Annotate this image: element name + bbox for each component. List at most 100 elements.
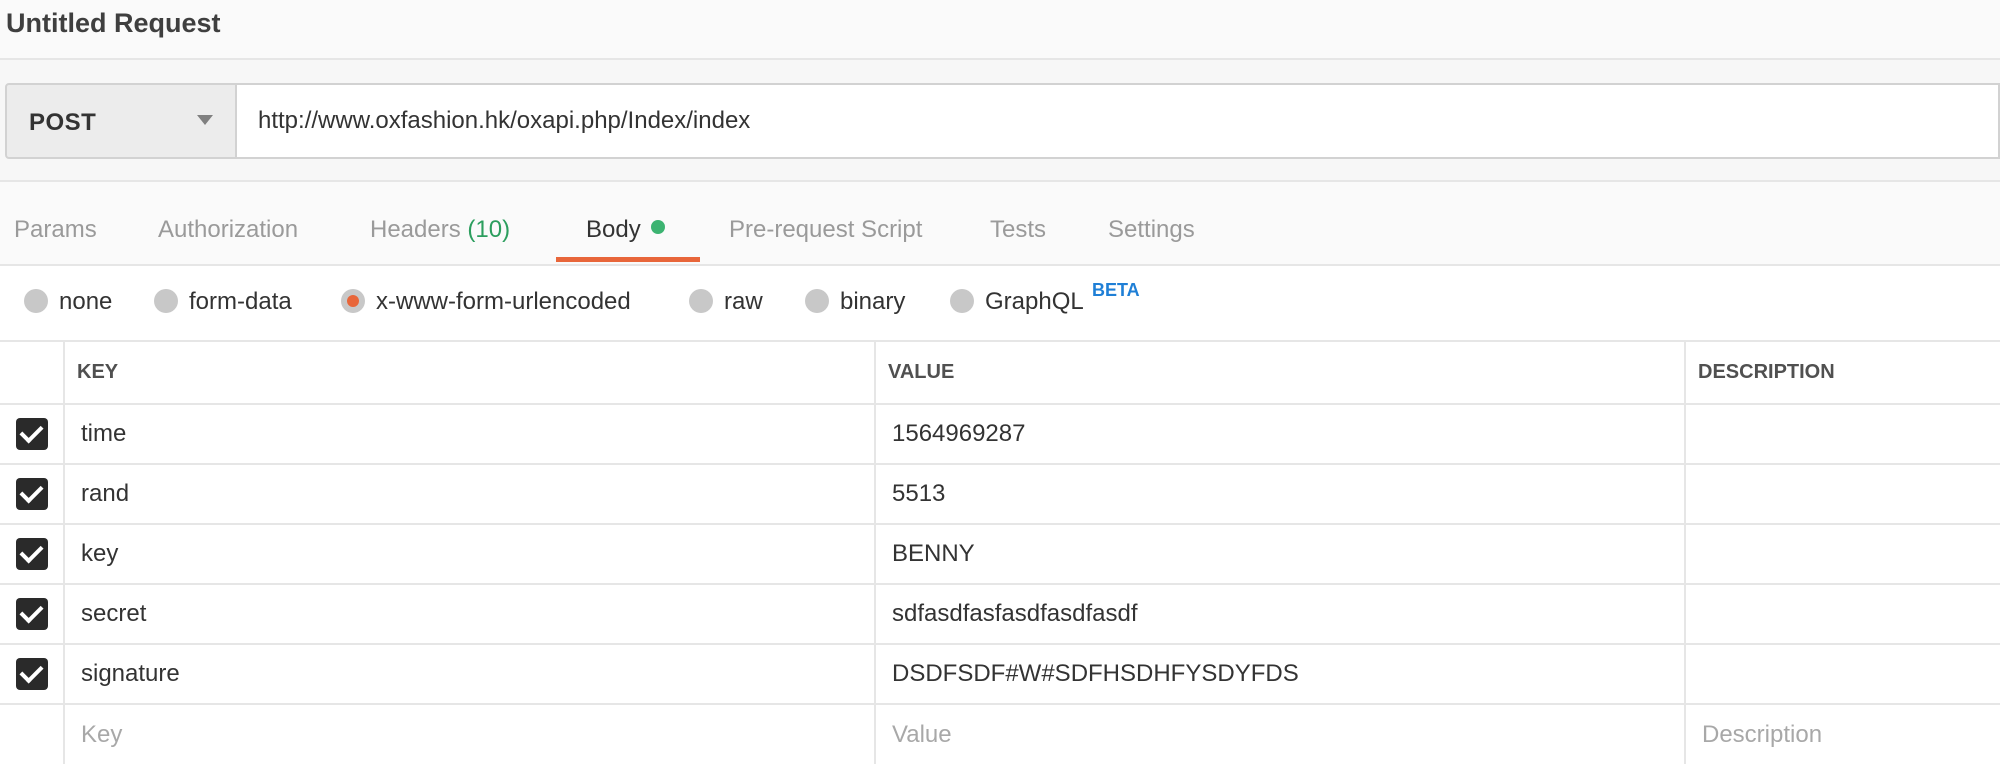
request-editor: Untitled Request POST Params Authorizati…	[0, 0, 2000, 776]
new-description-input[interactable]	[1686, 706, 2000, 763]
description-text	[1686, 540, 1702, 567]
description-cell[interactable]	[1685, 404, 2000, 465]
radio-circle-icon	[950, 289, 974, 313]
radio-circle-icon	[154, 289, 178, 313]
new-value-cell	[875, 704, 1686, 764]
header-description-label: DESCRIPTION	[1698, 361, 1835, 383]
radio-label: x-www-form-urlencoded	[376, 288, 631, 315]
description-text	[1686, 600, 1702, 627]
row-checkbox[interactable]	[15, 658, 48, 690]
new-row-check-cell	[0, 704, 65, 764]
tab-headers[interactable]: Headers (10)	[370, 216, 510, 244]
radio-label: form-data	[189, 288, 292, 315]
description-text	[1686, 480, 1702, 507]
tab-pre-request-script[interactable]: Pre-request Script	[729, 216, 922, 244]
row-check-cell	[0, 644, 65, 705]
tab-label: Authorization	[158, 216, 299, 243]
new-param-row	[0, 704, 2000, 764]
value-text: BENNY	[892, 540, 975, 567]
request-title[interactable]: Untitled Request	[6, 8, 221, 39]
key-text: signature	[81, 660, 180, 687]
key-cell[interactable]: time	[64, 404, 876, 465]
row-checkbox[interactable]	[15, 598, 48, 630]
header-value-label: VALUE	[888, 361, 955, 383]
key-text: key	[81, 540, 119, 567]
key-cell[interactable]: secret	[64, 584, 876, 645]
table-row: rand 5513	[0, 464, 2000, 525]
body-type-options: none form-data x-www-form-urlencoded raw…	[0, 266, 2000, 342]
active-tab-indicator	[556, 257, 700, 262]
tab-settings[interactable]: Settings	[1108, 216, 1195, 244]
description-cell[interactable]	[1685, 524, 2000, 585]
tab-body[interactable]: Body	[586, 216, 665, 244]
description-text	[1686, 420, 1702, 447]
radio-label: raw	[724, 288, 763, 315]
value-cell[interactable]: BENNY	[875, 524, 1686, 585]
radio-checked-icon	[341, 289, 365, 313]
value-text: DSDFSDF#W#SDFHSDHFYSDYFDS	[892, 660, 1299, 687]
tab-params[interactable]: Params	[14, 216, 97, 244]
row-check-cell	[0, 404, 65, 465]
tab-authorization[interactable]: Authorization	[158, 216, 298, 244]
header-key-label: KEY	[77, 361, 119, 383]
row-checkbox[interactable]	[15, 478, 48, 510]
description-text	[1686, 660, 1702, 687]
status-dot-icon	[650, 220, 665, 234]
radio-label: binary	[840, 288, 906, 315]
new-key-cell	[64, 704, 876, 764]
radio-label: GraphQL	[985, 288, 1084, 315]
new-value-input[interactable]	[876, 706, 1684, 763]
description-cell[interactable]	[1685, 464, 2000, 525]
value-cell[interactable]: sdfasdfasfasdfasdfasdf	[875, 584, 1686, 645]
value-cell[interactable]: 5513	[875, 464, 1686, 525]
url-bar: POST	[0, 60, 2000, 182]
row-checkbox[interactable]	[15, 538, 48, 570]
key-text: secret	[81, 600, 147, 627]
key-cell[interactable]: signature	[64, 644, 876, 705]
tab-label: Settings	[1108, 216, 1195, 243]
value-text: sdfasdfasfasdfasdfasdf	[892, 600, 1138, 627]
key-cell[interactable]: key	[64, 524, 876, 585]
method-label: POST	[29, 109, 97, 136]
header-value: VALUE	[875, 342, 1686, 405]
method-select[interactable]: POST	[5, 83, 237, 159]
table-row: secret sdfasdfasfasdfasdfasdf	[0, 584, 2000, 645]
description-cell[interactable]	[1685, 584, 2000, 645]
headers-count: (10)	[467, 216, 511, 243]
tab-tests[interactable]: Tests	[990, 216, 1046, 244]
tab-label: Tests	[990, 216, 1047, 243]
header-key: KEY	[64, 342, 876, 405]
tab-label: Params	[14, 216, 97, 243]
table-header-row: KEY VALUE DESCRIPTION	[0, 342, 2000, 405]
title-bar: Untitled Request	[0, 0, 2000, 60]
chevron-down-icon	[197, 115, 213, 125]
radio-circle-icon	[24, 289, 48, 313]
form-params-table: KEY VALUE DESCRIPTION time 1564969287 ra…	[0, 342, 2000, 764]
row-check-cell	[0, 464, 65, 525]
table-row: key BENNY	[0, 524, 2000, 585]
key-text: rand	[81, 480, 130, 507]
row-check-cell	[0, 524, 65, 585]
tab-label: Body	[586, 216, 641, 243]
tab-label: Headers	[370, 216, 461, 243]
radio-label: none	[59, 288, 113, 315]
new-key-input[interactable]	[65, 706, 874, 763]
row-checkbox[interactable]	[15, 418, 48, 450]
header-description: DESCRIPTION	[1685, 342, 2000, 405]
request-tabs: Params Authorization Headers (10) Body P…	[0, 182, 2000, 266]
header-check-cell	[0, 342, 65, 405]
row-check-cell	[0, 584, 65, 645]
table-row: signature DSDFSDF#W#SDFHSDHFYSDYFDS	[0, 644, 2000, 705]
beta-badge: BETA	[1092, 280, 1140, 300]
value-cell[interactable]: 1564969287	[875, 404, 1686, 465]
url-input[interactable]	[237, 83, 2000, 159]
value-text: 1564969287	[892, 420, 1026, 447]
radio-circle-icon	[805, 289, 829, 313]
value-cell[interactable]: DSDFSDF#W#SDFHSDHFYSDYFDS	[875, 644, 1686, 705]
new-description-cell	[1685, 704, 2000, 764]
value-text: 5513	[892, 480, 946, 507]
tab-label: Pre-request Script	[729, 216, 923, 243]
key-cell[interactable]: rand	[64, 464, 876, 525]
description-cell[interactable]	[1685, 644, 2000, 705]
radio-circle-icon	[689, 289, 713, 313]
